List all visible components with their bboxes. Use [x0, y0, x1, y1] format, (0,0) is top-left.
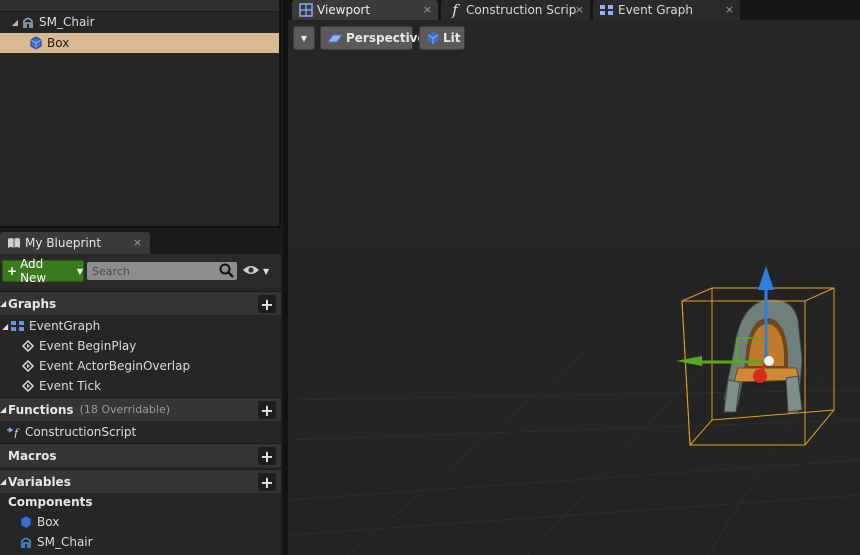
- function-icon: f: [452, 1, 458, 19]
- event-graph-icon: [10, 318, 26, 334]
- static-mesh-icon: [18, 534, 34, 550]
- function-icon: f: [6, 424, 22, 440]
- search-placeholder: Search: [92, 264, 130, 278]
- add-variable-button[interactable]: +: [258, 473, 276, 492]
- close-icon[interactable]: ×: [725, 3, 734, 16]
- components-tree: ◢ SM_Chair Box: [0, 0, 281, 228]
- event-graph-icon: [599, 2, 615, 18]
- add-new-label: Add New: [20, 257, 47, 285]
- list-item-event-beginplay[interactable]: Event BeginPlay: [0, 336, 281, 356]
- section-label: Variables: [8, 474, 71, 489]
- editor-tabbar: Viewport × f Construction Scrip × Event …: [288, 0, 860, 20]
- list-item-sm-chair[interactable]: SM_Chair: [0, 532, 281, 552]
- category-label: Components: [8, 495, 93, 509]
- perspective-label: Perspective: [346, 31, 426, 45]
- viewport-toolbar: ▼ Perspective Lit: [288, 20, 860, 56]
- viewport[interactable]: ▼ Perspective Lit: [288, 20, 860, 555]
- section-label: Macros: [8, 448, 57, 463]
- item-label: EventGraph: [29, 319, 101, 333]
- search-input[interactable]: Search: [87, 262, 237, 280]
- tab-label: Viewport: [317, 3, 371, 17]
- lit-sphere-icon: [426, 30, 440, 46]
- collapse-arrow-icon: ◢: [2, 321, 9, 331]
- list-item-box[interactable]: Box: [0, 512, 281, 532]
- add-macro-button[interactable]: +: [258, 447, 276, 466]
- box-collision-icon: [28, 35, 44, 51]
- tree-item-label: Box: [47, 36, 70, 50]
- plus-icon: +: [7, 264, 18, 278]
- view-options-button[interactable]: ▼: [242, 263, 274, 279]
- static-mesh-icon: [20, 14, 36, 30]
- list-item-constructionscript[interactable]: f ConstructionScript: [0, 422, 281, 442]
- perspective-icon: [327, 30, 343, 46]
- eye-icon: [242, 264, 260, 279]
- item-label: SM_Chair: [37, 535, 93, 549]
- section-macros[interactable]: Macros +: [0, 443, 281, 467]
- my-blueprint-toolbar: + Add New ▼ Search ▼: [0, 254, 281, 288]
- event-diamond-icon: [20, 358, 36, 374]
- add-new-button[interactable]: + Add New ▼: [2, 257, 84, 285]
- section-variables[interactable]: ◢ Variables +: [0, 469, 281, 493]
- section-functions[interactable]: ◢ Functions (18 Overridable) +: [0, 397, 281, 421]
- section-label: Functions: [8, 402, 74, 417]
- item-label: Event Tick: [39, 379, 102, 393]
- item-label: ConstructionScript: [25, 425, 137, 439]
- tree-item-box[interactable]: Box: [0, 33, 279, 53]
- lit-label: Lit: [443, 31, 461, 45]
- close-icon[interactable]: ×: [133, 236, 142, 249]
- list-item-event-tick[interactable]: Event Tick: [0, 376, 281, 396]
- close-icon[interactable]: ×: [575, 3, 584, 16]
- chevron-down-icon: ▼: [263, 266, 270, 276]
- box-collision-icon: [18, 514, 34, 530]
- left-panel: ◢ SM_Chair Box My Blueprint × + Add New: [0, 0, 283, 555]
- tab-label: Construction Scrip: [466, 3, 577, 17]
- tab-viewport[interactable]: Viewport ×: [292, 0, 438, 20]
- collapse-arrow-icon: ◢: [0, 477, 7, 486]
- item-label: Event BeginPlay: [39, 339, 137, 353]
- view-mode-button[interactable]: Lit: [419, 26, 465, 50]
- event-diamond-icon: [20, 378, 36, 394]
- item-label: Event ActorBeginOverlap: [39, 359, 191, 373]
- viewport-icon: [298, 2, 314, 18]
- my-blueprint-tabbar: My Blueprint ×: [0, 230, 283, 254]
- tree-item-sm-chair[interactable]: ◢ SM_Chair: [0, 12, 279, 32]
- chevron-down-icon: ▼: [76, 266, 83, 276]
- category-components[interactable]: Components: [0, 493, 281, 511]
- components-header: [0, 0, 279, 12]
- tab-construction-script[interactable]: f Construction Scrip ×: [441, 0, 590, 20]
- collapse-arrow-icon: ◢: [0, 405, 7, 414]
- add-function-button[interactable]: +: [258, 401, 276, 420]
- viewport-scene: [288, 20, 860, 555]
- overridable-count: (18 Overridable): [79, 403, 171, 416]
- collapse-arrow-icon: ◢: [0, 299, 7, 308]
- perspective-button[interactable]: Perspective: [320, 26, 426, 50]
- tab-my-blueprint[interactable]: My Blueprint ×: [0, 232, 150, 254]
- item-label: Box: [37, 515, 60, 529]
- tab-label: My Blueprint: [25, 236, 102, 250]
- tab-event-graph[interactable]: Event Graph ×: [593, 0, 740, 20]
- add-graph-button[interactable]: +: [258, 295, 276, 314]
- event-diamond-icon: [20, 338, 36, 354]
- list-item-eventgraph[interactable]: ◢ EventGraph: [0, 316, 281, 336]
- section-graphs[interactable]: ◢ Graphs +: [0, 291, 281, 315]
- book-icon: [6, 235, 22, 251]
- viewport-options-button[interactable]: ▼: [293, 26, 315, 50]
- close-icon[interactable]: ×: [423, 3, 432, 16]
- tab-label: Event Graph: [618, 3, 693, 17]
- chevron-down-icon: ▼: [300, 33, 308, 43]
- tree-item-label: SM_Chair: [39, 15, 95, 29]
- section-label: Graphs: [8, 296, 57, 311]
- svg-text:f: f: [13, 427, 20, 438]
- my-blueprint-panel: + Add New ▼ Search ▼ ◢ Graphs + ◢ EventG…: [0, 254, 281, 555]
- expand-arrow-icon[interactable]: ◢: [10, 18, 20, 27]
- list-item-event-actorbeginoverlap[interactable]: Event ActorBeginOverlap: [0, 356, 281, 376]
- search-icon: [219, 263, 234, 281]
